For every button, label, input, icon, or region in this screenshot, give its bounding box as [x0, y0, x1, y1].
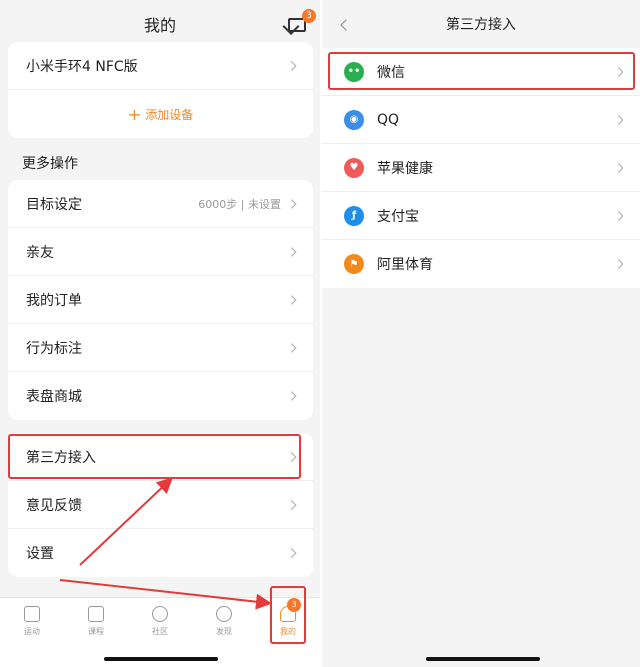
more-actions-card: 目标设定 6000步 | 未设置 亲友 我的订单 行为标注 表盘商城 — [8, 180, 313, 420]
add-device-button[interactable]: + 添加设备 — [8, 90, 313, 138]
back-icon[interactable] — [340, 19, 352, 31]
tab-label: 社区 — [152, 627, 168, 636]
tab-label: 运动 — [24, 627, 40, 636]
list-item-label: 苹果健康 — [377, 160, 433, 177]
menu-item-label: 表盘商城 — [26, 389, 82, 405]
tab-course[interactable]: 课程 — [71, 606, 121, 637]
list-item-apple-health[interactable]: ♥ 苹果健康 — [322, 144, 640, 192]
chevron-right-icon — [286, 391, 297, 401]
left-screen: 我的 3 小米手环4 NFC版 + 添加设备 更多操作 目标设定 6000步 |… — [0, 0, 320, 667]
menu-item-settings[interactable]: 设置 — [8, 529, 313, 577]
menu-item-value: 6000步 | 未设置 — [198, 197, 281, 211]
tab-community[interactable]: 社区 — [135, 606, 185, 637]
device-row[interactable]: 小米手环4 NFC版 — [8, 42, 313, 90]
chevron-right-icon — [286, 294, 297, 305]
menu-item-goal[interactable]: 目标设定 6000步 | 未设置 — [8, 180, 313, 228]
mail-badge: 3 — [302, 9, 316, 23]
chevron-right-icon — [613, 114, 624, 125]
right-screen: 第三方接入 •• 微信 ◉ QQ ♥ 苹果健康 ƒ 支付宝 ⚑ 阿里体育 — [322, 0, 640, 667]
alipay-icon: ƒ — [344, 205, 364, 226]
menu-item-label: 行为标注 — [26, 340, 82, 357]
tab-label: 课程 — [88, 627, 104, 636]
highlight-wechat — [328, 52, 635, 90]
chevron-right-icon — [286, 342, 297, 353]
list-item-label: 支付宝 — [377, 208, 419, 225]
tab-label: 发现 — [216, 627, 232, 636]
top-bar: 第三方接入 — [322, 0, 640, 48]
menu-item-friends[interactable]: 亲友 — [8, 228, 313, 276]
device-card: 小米手环4 NFC版 + 添加设备 — [8, 42, 313, 138]
page-title: 我的 — [143, 16, 176, 35]
top-bar: 我的 3 — [0, 0, 320, 48]
qq-icon: ◉ — [344, 109, 364, 130]
page-title: 第三方接入 — [446, 17, 516, 33]
discover-icon — [216, 606, 232, 622]
chevron-right-icon — [286, 60, 297, 71]
menu-item-label: 亲友 — [26, 244, 54, 261]
list-item-alisports[interactable]: ⚑ 阿里体育 — [322, 240, 640, 288]
course-icon — [88, 606, 104, 622]
alisports-icon: ⚑ — [344, 254, 364, 274]
list-item-alipay[interactable]: ƒ 支付宝 — [322, 192, 640, 240]
list-item-qq[interactable]: ◉ QQ — [322, 96, 640, 144]
chevron-right-icon — [286, 499, 297, 510]
menu-item-label: 设置 — [26, 546, 54, 562]
run-icon — [24, 606, 40, 622]
chevron-right-icon — [613, 162, 624, 173]
menu-item-orders[interactable]: 我的订单 — [8, 276, 313, 324]
tab-discover[interactable]: 发现 — [199, 606, 249, 637]
menu-item-label: 目标设定 — [26, 196, 82, 213]
highlight-mine-tab — [270, 586, 306, 644]
menu-item-watchface-store[interactable]: 表盘商城 — [8, 372, 313, 420]
highlight-third-party — [8, 434, 301, 479]
home-indicator — [104, 657, 218, 661]
chevron-right-icon — [613, 259, 624, 269]
chevron-right-icon — [286, 548, 297, 558]
menu-item-label: 我的订单 — [26, 292, 82, 309]
plus-icon: + — [127, 104, 142, 124]
device-name: 小米手环4 NFC版 — [26, 58, 138, 75]
tab-sport[interactable]: 运动 — [7, 606, 57, 637]
menu-item-feedback[interactable]: 意见反馈 — [8, 481, 313, 529]
chevron-right-icon — [613, 210, 624, 221]
chevron-right-icon — [286, 246, 297, 257]
chevron-right-icon — [286, 198, 297, 209]
menu-item-behavior-tag[interactable]: 行为标注 — [8, 324, 313, 372]
health-icon: ♥ — [344, 157, 364, 178]
menu-item-label: 意见反馈 — [26, 497, 82, 514]
home-indicator — [426, 657, 540, 661]
list-item-label: QQ — [377, 111, 400, 128]
add-device-label: 添加设备 — [145, 107, 194, 122]
list-item-label: 阿里体育 — [377, 257, 433, 273]
section-title: 更多操作 — [22, 156, 78, 172]
community-icon — [152, 606, 168, 622]
